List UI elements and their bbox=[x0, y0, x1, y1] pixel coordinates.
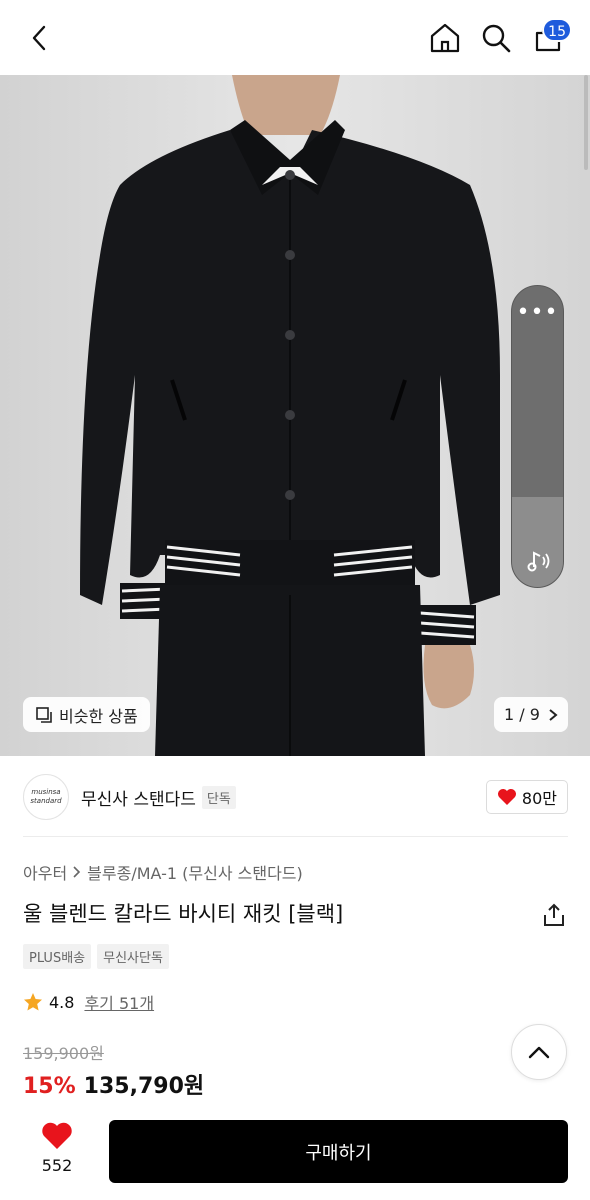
search-icon bbox=[482, 24, 511, 53]
product-tags: PLUS배송 무신사단독 bbox=[23, 944, 169, 969]
bottom-action-bar: 552 구매하기 bbox=[0, 1108, 590, 1200]
chevron-up-icon bbox=[528, 1046, 550, 1059]
brand-row: musinsa standard 무신사 스탠다드 단독 80만 bbox=[23, 774, 568, 820]
sale-price: 135,790원 bbox=[83, 1074, 205, 1099]
tag-exclusive: 무신사단독 bbox=[97, 944, 169, 969]
home-button[interactable] bbox=[425, 18, 465, 58]
heart-icon bbox=[42, 1122, 72, 1149]
similar-products-label: 비슷한 상품 bbox=[59, 706, 138, 726]
buy-button[interactable]: 구매하기 bbox=[109, 1120, 568, 1183]
share-button[interactable] bbox=[541, 902, 567, 928]
brand-like-count: 80만 bbox=[521, 789, 557, 808]
brand-like-button[interactable]: 80만 bbox=[485, 780, 568, 814]
product-title: 울 블렌드 칼라드 바시티 재킷 [블랙] bbox=[23, 902, 344, 926]
home-icon bbox=[430, 23, 460, 53]
chevron-right-icon bbox=[73, 866, 81, 878]
image-page-indicator: 1 / 9 bbox=[504, 705, 540, 724]
brand-logo[interactable]: musinsa standard bbox=[23, 774, 69, 820]
price-row: 15% 135,790원 bbox=[23, 1068, 204, 1100]
brand-exclusive-tag: 단독 bbox=[201, 785, 236, 809]
discount-rate: 15% bbox=[23, 1074, 76, 1099]
reviews-link[interactable]: 후기 51개 bbox=[84, 990, 154, 1014]
brand-name[interactable]: 무신사 스탠다드 bbox=[81, 785, 196, 810]
rating-value: 4.8 bbox=[49, 992, 75, 1012]
star-icon bbox=[24, 993, 42, 1011]
top-bar: 15 bbox=[0, 0, 590, 75]
back-button[interactable] bbox=[20, 18, 60, 58]
search-button[interactable] bbox=[476, 18, 516, 58]
divider bbox=[23, 836, 568, 837]
volume-slider[interactable]: ••• bbox=[511, 285, 564, 588]
original-price: 159,900원 bbox=[23, 1044, 104, 1063]
chevron-right-icon bbox=[549, 708, 558, 721]
tag-plus-delivery: PLUS배송 bbox=[23, 944, 92, 969]
music-note-icon bbox=[512, 547, 563, 575]
wishlist-button[interactable]: 552 bbox=[30, 1122, 84, 1175]
heart-icon bbox=[497, 789, 516, 805]
product-photo bbox=[0, 75, 590, 756]
breadcrumb-item[interactable]: 블루종/MA-1 (무신사 스탠다드) bbox=[87, 860, 303, 884]
cart-count-badge: 15 bbox=[542, 18, 572, 42]
wishlist-count: 552 bbox=[41, 1156, 73, 1175]
scroll-to-top-button[interactable] bbox=[511, 1024, 567, 1080]
more-icon[interactable]: ••• bbox=[512, 302, 563, 324]
image-pager[interactable]: 1 / 9 bbox=[494, 697, 568, 732]
page-scrollbar[interactable] bbox=[584, 75, 588, 170]
similar-icon bbox=[36, 706, 52, 723]
breadcrumb: 아우터 블루종/MA-1 (무신사 스탠다드) bbox=[23, 860, 303, 884]
back-icon bbox=[32, 25, 46, 51]
cart-button[interactable]: 15 bbox=[528, 18, 572, 58]
product-image-carousel[interactable]: ••• 비슷한 상품 1 / 9 bbox=[0, 75, 590, 756]
rating-row: 4.8 후기 51개 bbox=[23, 990, 154, 1014]
breadcrumb-item[interactable]: 아우터 bbox=[23, 860, 67, 884]
share-icon bbox=[544, 903, 564, 926]
similar-products-button[interactable]: 비슷한 상품 bbox=[23, 697, 150, 732]
